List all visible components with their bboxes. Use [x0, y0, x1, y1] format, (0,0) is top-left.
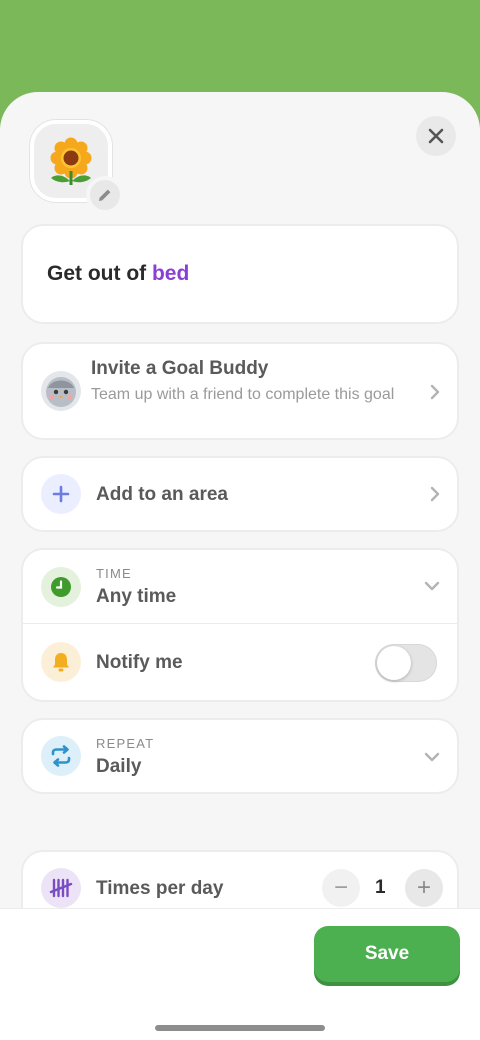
goal-title-accent: bed — [151, 262, 190, 285]
goal-editor-sheet: Get out of bed Invite a Goal Buddy Team … — [0, 92, 480, 1040]
chevron-right-icon — [430, 486, 440, 502]
time-caption: TIME — [96, 566, 132, 581]
goal-title-field[interactable]: Get out of bed — [21, 224, 459, 324]
footer-bar: Save — [0, 908, 480, 1040]
chevron-down-icon — [424, 752, 440, 762]
toggle-knob — [377, 646, 411, 680]
goal-title-prefix: Get out of — [47, 262, 152, 285]
repeat-icon — [41, 736, 81, 776]
add-to-area-label: Add to an area — [96, 484, 228, 505]
invite-goal-buddy-row[interactable]: Invite a Goal Buddy Team up with a frien… — [21, 342, 459, 440]
repeat-value: Daily — [96, 756, 142, 777]
bell-icon — [41, 642, 81, 682]
time-selector[interactable]: TIME Any time — [23, 550, 457, 624]
times-per-day-value: 1 — [375, 877, 386, 898]
save-button[interactable]: Save — [314, 926, 460, 982]
pencil-icon — [99, 189, 111, 201]
chevron-down-icon — [424, 581, 440, 591]
edit-icon-button[interactable] — [86, 176, 124, 214]
buddy-avatar-icon — [41, 371, 81, 411]
times-per-day-label: Times per day — [96, 878, 224, 899]
notify-row: Notify me — [23, 624, 457, 702]
time-settings-card: TIME Any time Notify me — [21, 548, 459, 702]
repeat-caption: REPEAT — [96, 736, 155, 751]
time-value: Any time — [96, 586, 177, 607]
notify-label: Notify me — [96, 652, 183, 673]
clock-icon — [41, 567, 81, 607]
chevron-right-icon — [430, 384, 440, 400]
repeat-selector[interactable]: REPEAT Daily — [21, 718, 459, 794]
goal-title: Get out of bed — [47, 262, 189, 286]
notify-toggle[interactable] — [375, 644, 437, 682]
home-indicator — [155, 1025, 325, 1031]
plus-icon — [41, 474, 81, 514]
sunflower-icon — [50, 137, 92, 185]
decrement-button[interactable]: − — [322, 869, 360, 907]
close-button[interactable] — [416, 116, 456, 156]
close-icon — [428, 128, 444, 144]
tally-icon — [41, 868, 81, 908]
buddy-subtitle: Team up with a friend to complete this g… — [91, 386, 395, 403]
add-to-area-row[interactable]: Add to an area — [21, 456, 459, 532]
buddy-title: Invite a Goal Buddy — [91, 358, 269, 379]
increment-button[interactable]: + — [405, 869, 443, 907]
